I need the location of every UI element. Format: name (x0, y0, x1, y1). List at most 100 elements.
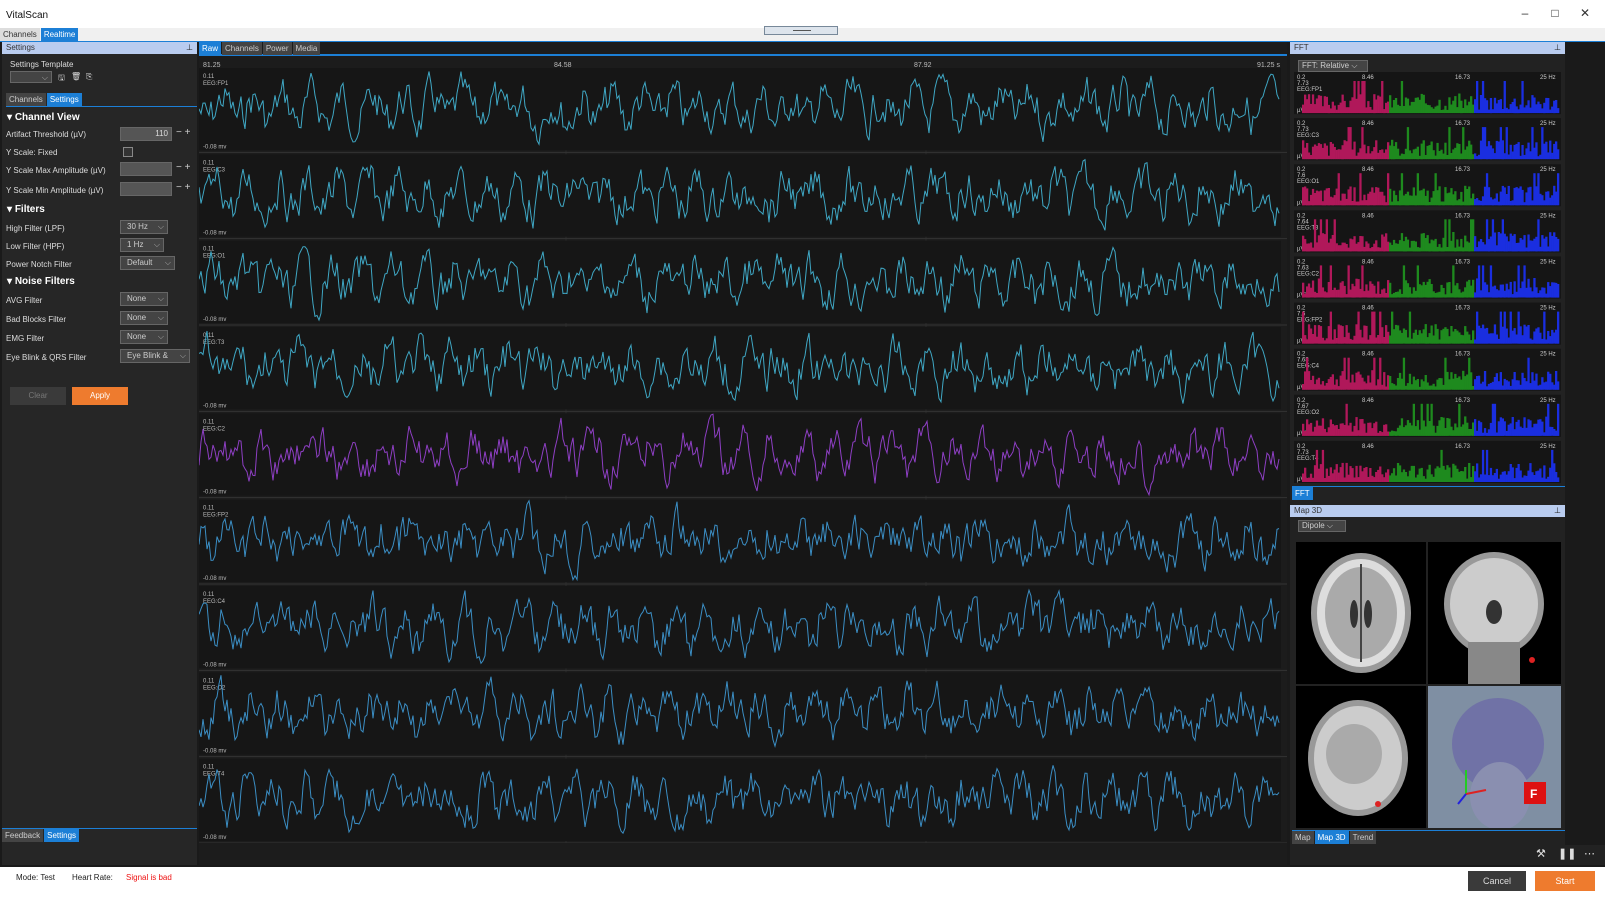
settings-template-select[interactable]: ⌵ (10, 71, 52, 83)
fft-bar (1412, 376, 1415, 390)
maximize-icon[interactable]: □ (1545, 6, 1565, 20)
fft-bar (1319, 219, 1323, 252)
brain-coronal-view[interactable] (1428, 542, 1561, 684)
fft-bar (1470, 429, 1473, 436)
fft-bar (1509, 464, 1512, 482)
pin-icon[interactable]: ⊥ (1554, 505, 1561, 517)
fft-bar (1448, 97, 1451, 114)
fft-freq-tick: 25 Hz (1540, 167, 1556, 173)
chevron-down-icon: ⌵ (157, 332, 164, 341)
fft-bar (1367, 193, 1370, 206)
y-min-input[interactable] (120, 182, 172, 196)
y-min-stepper[interactable]: − + (176, 182, 190, 193)
channel-amp-bottom: -0.08 mv (203, 576, 226, 582)
clear-button[interactable]: Clear (10, 387, 66, 405)
avg-filter-select[interactable]: None ⌵ (120, 292, 168, 306)
minimize-icon[interactable]: – (1515, 6, 1535, 20)
y-scale-fixed-checkbox[interactable] (123, 147, 133, 157)
channel-view-section[interactable]: ▾ Channel View (7, 112, 80, 123)
eye-blink-select[interactable]: Eye Blink & ⌵ (120, 349, 190, 363)
fft-bar (1304, 147, 1307, 160)
pin-icon[interactable]: ⊥ (186, 42, 193, 54)
notch-filter-select[interactable]: Default ⌵ (120, 256, 175, 270)
fft-bar (1323, 340, 1326, 344)
noise-filters-title: Noise Filters (14, 276, 75, 287)
save-icon[interactable]: 🖫 (58, 72, 65, 86)
tab-trend[interactable]: Trend (1349, 831, 1377, 844)
tab-map-3d[interactable]: Map 3D (1314, 831, 1349, 844)
wand-icon[interactable]: ⚒ (1536, 847, 1546, 860)
fft-bar (1535, 287, 1538, 298)
tab-channels[interactable]: Channels (0, 28, 40, 41)
channel-name-label: EEG:C3 (203, 167, 226, 173)
fft-bar (1456, 427, 1459, 436)
artifact-threshold-label: Artifact Threshold (µV) (6, 130, 87, 139)
fft-bar (1307, 324, 1311, 344)
eeg-traces[interactable]: 81.25 84.58 87.92 91.25 s0.11EEG:FP1-0.08 m… (199, 58, 1287, 843)
pin-icon[interactable]: ⊥ (1554, 42, 1561, 54)
tab-power[interactable]: Power (262, 42, 292, 55)
fft-bar (1355, 201, 1358, 206)
noise-filters-section[interactable]: ▾ Noise Filters (7, 276, 75, 287)
fft-bar (1351, 468, 1354, 482)
tab-raw[interactable]: Raw (199, 42, 222, 55)
fft-bar (1448, 379, 1451, 390)
fft-bar (1446, 465, 1449, 482)
fft-bar (1523, 265, 1526, 298)
subtab-settings[interactable]: Settings (46, 93, 82, 106)
more-icon[interactable]: ⋯ (1584, 847, 1595, 860)
low-filter-select[interactable]: 1 Hz ⌵ (120, 238, 164, 252)
tab-feedback[interactable]: Feedback (2, 829, 44, 842)
pause-icon[interactable]: ❚❚ (1558, 847, 1576, 860)
brain-axial-view[interactable] (1296, 542, 1426, 684)
fft-bar (1432, 291, 1435, 298)
tab-realtime[interactable]: Realtime (40, 28, 79, 41)
fft-bar (1381, 327, 1384, 344)
fft-bar (1489, 333, 1493, 344)
fft-bottom-tabs: FFT (1292, 486, 1565, 500)
y-max-stepper[interactable]: − + (176, 162, 190, 173)
tab-map[interactable]: Map (1292, 831, 1314, 844)
cancel-button[interactable]: Cancel (1468, 871, 1526, 891)
close-icon[interactable]: ✕ (1575, 6, 1595, 20)
emg-filter-select[interactable]: None ⌵ (120, 330, 168, 344)
tab-media[interactable]: Media (292, 42, 321, 55)
y-max-input[interactable] (120, 162, 172, 176)
drag-handle[interactable] (764, 26, 838, 35)
bad-blocks-select[interactable]: None ⌵ (120, 311, 168, 325)
fft-bar (1464, 376, 1467, 390)
fft-bar (1517, 242, 1520, 252)
fft-bar (1462, 471, 1465, 482)
filters-section[interactable]: ▾ Filters (7, 204, 45, 215)
fft-bar (1361, 200, 1364, 206)
fft-bar (1371, 283, 1374, 298)
fft-bar (1428, 145, 1431, 160)
fft-bar (1345, 403, 1348, 436)
fft-bar (1507, 109, 1510, 114)
fft-bar (1533, 475, 1536, 482)
fft-bar (1385, 293, 1388, 298)
fft-bar (1335, 149, 1338, 160)
channel-amp-bottom: -0.08 mv (203, 490, 226, 496)
artifact-stepper[interactable]: − + (176, 127, 190, 138)
fft-bar (1389, 145, 1392, 160)
subtab-channels[interactable]: Channels (6, 93, 46, 106)
tab-channels-view[interactable]: Channels (222, 42, 262, 55)
tab-settings-bottom[interactable]: Settings (44, 829, 80, 842)
fft-bar (1474, 199, 1477, 206)
fft-spectra[interactable]: 0.27.73EEG:FP1µV²8.46 16.73 25 Hz0.27.73EE… (1290, 70, 1565, 485)
brain-sagittal-view[interactable] (1296, 686, 1426, 828)
copy-icon[interactable]: ⎘ (86, 72, 92, 82)
fft-bar (1333, 219, 1336, 252)
delete-icon[interactable]: 🗑 (71, 72, 81, 81)
apply-button[interactable]: Apply (72, 387, 128, 405)
fft-bar (1543, 382, 1546, 390)
fft-bar (1343, 357, 1346, 390)
start-button[interactable]: Start (1535, 871, 1595, 891)
tab-fft[interactable]: FFT (1292, 487, 1313, 500)
high-filter-select[interactable]: 30 Hz ⌵ (120, 220, 168, 234)
fft-bar (1466, 105, 1469, 114)
artifact-threshold-input[interactable]: 110 (120, 127, 172, 141)
map-mode-select[interactable]: Dipole ⌵ (1298, 520, 1346, 532)
brain-3d-view[interactable]: F (1428, 686, 1561, 828)
